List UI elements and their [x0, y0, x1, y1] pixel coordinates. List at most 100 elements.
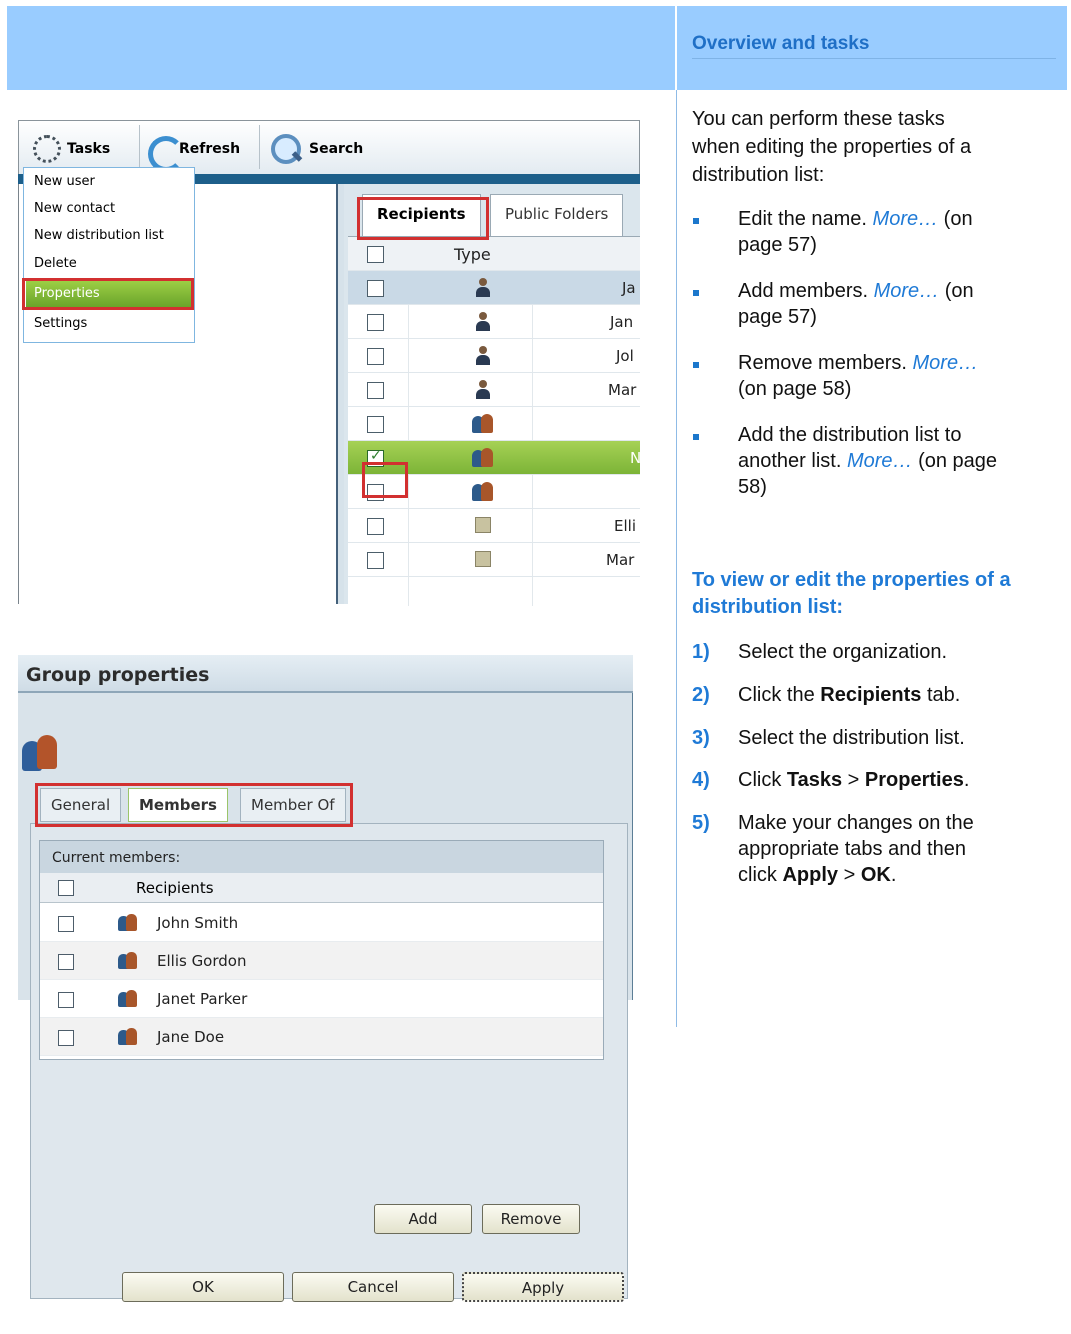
more-link[interactable]: More… [873, 208, 939, 230]
refresh-button[interactable]: Refresh [145, 131, 241, 172]
pane-splitter[interactable] [336, 184, 344, 604]
select-all-checkbox[interactable] [58, 880, 74, 896]
intro-line-2: when editing the properties of a [692, 136, 972, 158]
row-name: Mar [608, 381, 637, 399]
row-checkbox[interactable] [367, 552, 384, 569]
task-text: page 57) [738, 306, 817, 328]
member-checkbox[interactable] [58, 1030, 74, 1046]
task-text: Edit the name. [738, 208, 873, 230]
menu-item-new-user[interactable]: New user [34, 171, 95, 193]
step-number: 5) [692, 812, 710, 834]
more-link[interactable]: More… [913, 352, 979, 374]
group-icon [118, 952, 138, 970]
task-text: Add members. [738, 280, 874, 302]
members-header-row: Recipients [40, 873, 603, 903]
row-checkbox[interactable] [367, 518, 384, 535]
tasks-label: Tasks [67, 141, 111, 157]
group-icon [472, 448, 494, 468]
row-checkbox[interactable] [367, 280, 384, 297]
tasks-button[interactable]: Tasks [33, 131, 110, 167]
table-row[interactable]: Elli [348, 509, 640, 543]
tasks-menu: New user New contact New distribution li… [23, 167, 195, 343]
step-text: Select the organization. [738, 641, 948, 663]
member-checkbox[interactable] [58, 916, 74, 932]
table-row[interactable]: Jan [348, 305, 640, 339]
add-button[interactable]: Add [374, 1204, 472, 1234]
row-checkbox[interactable] [367, 382, 384, 399]
step-part: Make your changes on the [738, 812, 974, 834]
cancel-button[interactable]: Cancel [292, 1272, 454, 1302]
bullet-marker [693, 290, 699, 296]
recipients-tab-highlight [357, 197, 489, 240]
step-part: . [963, 769, 970, 791]
row-checkbox[interactable] [367, 416, 384, 433]
apply-button[interactable]: Apply [462, 1272, 624, 1302]
person-icon [476, 278, 490, 298]
menu-item-new-distribution-list[interactable]: New distribution list [34, 225, 164, 247]
row-checkbox[interactable] [367, 348, 384, 365]
list-item[interactable]: John Smith [40, 904, 603, 942]
person-icon [476, 346, 490, 366]
search-icon [269, 132, 303, 166]
row-checkbox[interactable] [367, 314, 384, 331]
menu-item-settings[interactable]: Settings [34, 313, 87, 335]
group-icon [118, 914, 138, 932]
contact-icon [475, 551, 491, 567]
header-band-left [7, 6, 675, 90]
table-row[interactable]: Mar [348, 373, 640, 407]
task-text: (on page 58) [738, 378, 852, 400]
task-text: 58) [738, 476, 767, 498]
table-row[interactable]: Mar [348, 543, 640, 577]
member-name: Janet Parker [157, 990, 248, 1008]
step-bold: OK [860, 864, 891, 886]
step-text: Make your changes on the appropriate tab… [738, 810, 1058, 888]
task-text: (on [938, 208, 973, 230]
list-item[interactable]: Jane Doe [40, 1018, 603, 1056]
group-properties-screenshot: Group properties General Members Member … [18, 655, 633, 1299]
step-number: 3) [692, 727, 710, 749]
member-checkbox[interactable] [58, 992, 74, 1008]
step-part: appropriate tabs and then [738, 838, 966, 860]
properties-highlight [22, 278, 194, 310]
tabs-highlight [35, 783, 353, 827]
step-number: 4) [692, 769, 710, 791]
member-name: Jane Doe [157, 1028, 225, 1046]
menu-item-delete[interactable]: Delete [34, 253, 77, 275]
list-item[interactable]: Janet Parker [40, 980, 603, 1018]
ok-button[interactable]: OK [122, 1272, 284, 1302]
select-all-checkbox[interactable] [367, 246, 384, 263]
member-name: Ellis Gordon [157, 952, 247, 970]
row-name: N [630, 449, 640, 467]
task-text: Add the distribution list to [738, 424, 962, 446]
menu-item-new-contact[interactable]: New contact [34, 198, 115, 220]
table-row[interactable] [348, 407, 640, 441]
refresh-label: Refresh [179, 141, 241, 157]
person-icon [476, 312, 490, 332]
bullet-marker [693, 434, 699, 440]
list-item[interactable]: Ellis Gordon [40, 942, 603, 980]
step-part: click [738, 864, 783, 886]
intro-line-1: You can perform these tasks [692, 108, 945, 130]
checkbox-highlight [362, 462, 408, 498]
remove-button[interactable]: Remove [482, 1204, 580, 1234]
recipients-screenshot: Tasks Refresh Search New user New contac… [18, 120, 640, 606]
more-link[interactable]: More… [847, 450, 913, 472]
title-rule [692, 58, 1056, 59]
task-text: (on [939, 280, 974, 302]
group-icon [118, 1028, 138, 1046]
step-part: tab. [921, 684, 961, 706]
table-row[interactable]: Ja [348, 271, 640, 305]
search-label: Search [309, 141, 364, 157]
toolbar-separator [259, 125, 260, 169]
table-row[interactable]: Jol [348, 339, 640, 373]
tab-public-folders[interactable]: Public Folders [490, 194, 624, 236]
step-part: . [890, 864, 897, 886]
search-button[interactable]: Search [269, 131, 363, 167]
step-bold: Tasks [786, 769, 843, 791]
group-icon [118, 990, 138, 1008]
member-checkbox[interactable] [58, 954, 74, 970]
task-text: another list. [738, 450, 847, 472]
dialog-title: Group properties [18, 655, 633, 693]
task-item: Edit the name. More… (on page 57) [738, 206, 1058, 258]
more-link[interactable]: More… [874, 280, 940, 302]
